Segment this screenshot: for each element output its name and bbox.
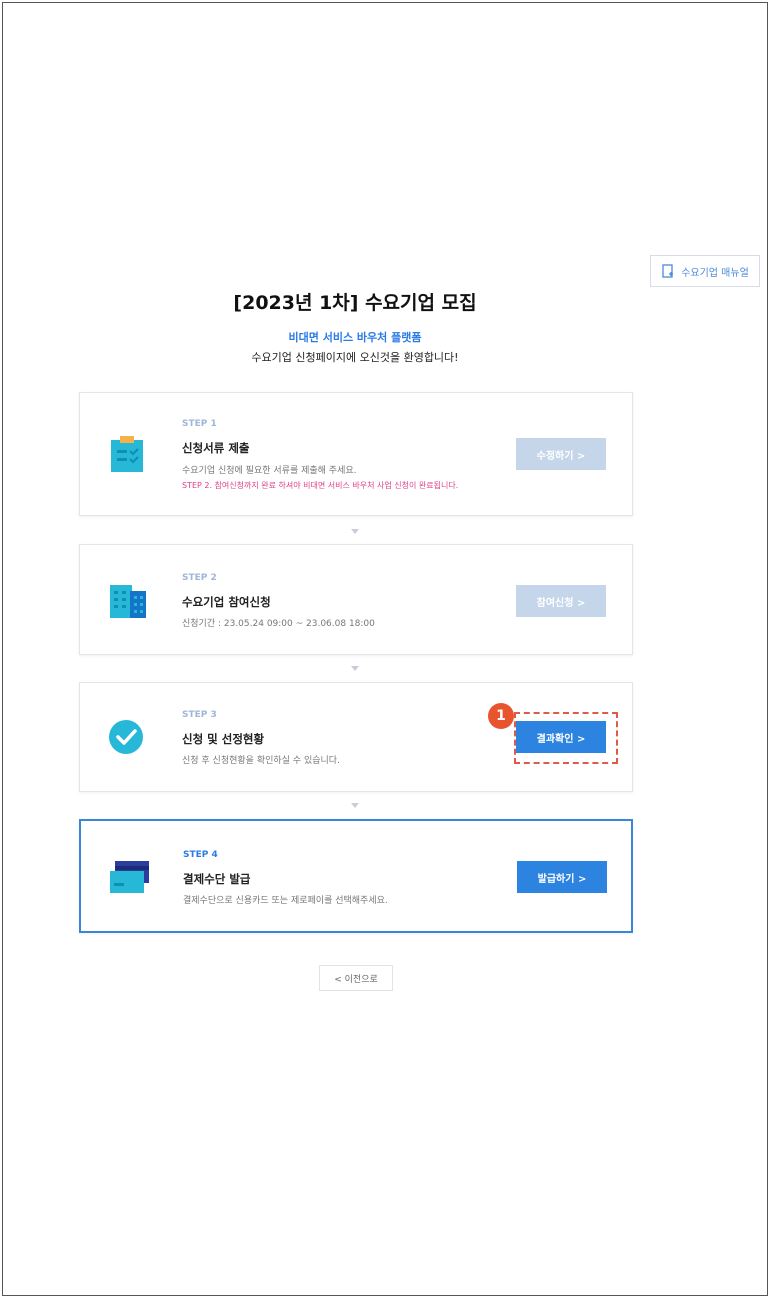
manual-button[interactable]: 수요기업 매뉴얼	[650, 255, 760, 287]
step-2-apply-button[interactable]: 참여신청 >	[516, 585, 606, 617]
step-1-note: STEP 2. 참여신청까지 완료 하셔야 비대면 서비스 바우처 사업 신청이…	[182, 481, 459, 490]
step-1-label: STEP 1	[182, 419, 217, 429]
step-4-issue-button[interactable]: 발급하기 >	[517, 861, 607, 893]
highlight-box	[514, 712, 618, 764]
step-2-card: STEP 2 수요기업 참여신청 신청기간 : 23.05.24 09:00 ~…	[79, 544, 633, 655]
step-2-description: 신청기간 : 23.05.24 09:00 ~ 23.06.08 18:00	[182, 619, 375, 629]
step-4-description: 결제수단으로 신용카드 또는 제로페이를 선택해주세요.	[183, 896, 388, 906]
step-4-card: STEP 4 결제수단 발급 결제수단으로 신용카드 또는 제로페이를 선택해주…	[79, 819, 633, 933]
step-2-title: 수요기업 참여신청	[182, 595, 271, 609]
page-title: [2023년 1차] 수요기업 모집	[233, 292, 477, 314]
step-arrow-2	[351, 666, 359, 671]
step-1-description: 수요기업 신청에 필요한 서류를 제출해 주세요.	[182, 466, 357, 476]
manual-button-label: 수요기업 매뉴얼	[681, 267, 749, 279]
clipboard-icon	[108, 435, 146, 477]
step-3-description: 신청 후 신청현황을 확인하실 수 있습니다.	[182, 756, 340, 766]
page-subtitle: 비대면 서비스 바우처 플랫폼	[288, 331, 422, 344]
step-1-edit-button[interactable]: 수정하기 >	[516, 438, 606, 470]
step-arrow-1	[351, 529, 359, 534]
welcome-message: 수요기업 신청페이지에 오신것을 환영합니다!	[251, 351, 459, 364]
step-4-label: STEP 4	[183, 850, 218, 860]
step-4-title: 결제수단 발급	[183, 872, 251, 886]
step-1-title: 신청서류 제출	[182, 441, 250, 455]
step-3-label: STEP 3	[182, 710, 217, 720]
check-circle-icon	[108, 719, 144, 759]
document-icon	[662, 264, 674, 278]
building-icon	[108, 583, 148, 623]
card-icon	[109, 859, 151, 899]
annotation-marker: 1	[488, 703, 514, 729]
step-2-label: STEP 2	[182, 573, 217, 583]
step-1-card: STEP 1 신청서류 제출 수요기업 신청에 필요한 서류를 제출해 주세요.…	[79, 392, 633, 516]
step-arrow-3	[351, 803, 359, 808]
step-3-title: 신청 및 선정현황	[182, 732, 265, 746]
back-button[interactable]: < 이전으로	[319, 965, 393, 991]
